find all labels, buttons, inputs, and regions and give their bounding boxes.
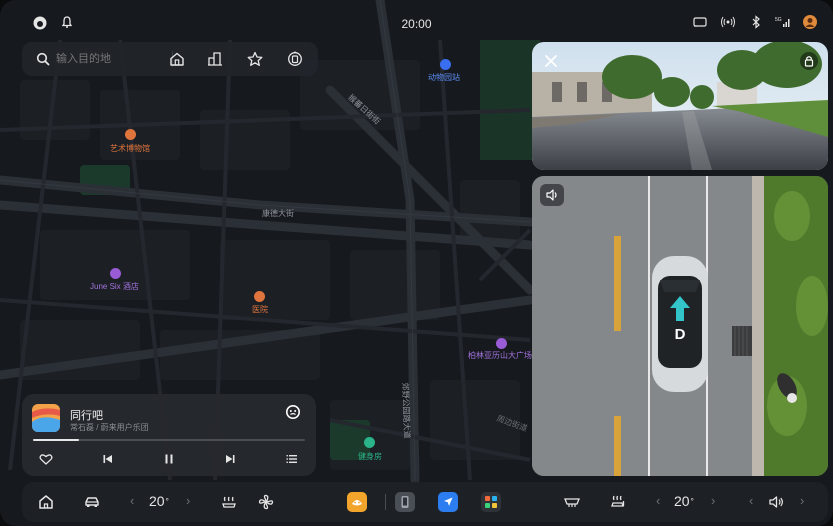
cellular-5g-icon: 5G bbox=[775, 15, 791, 29]
surround-view-camera[interactable]: D bbox=[532, 176, 828, 476]
fan-icon[interactable] bbox=[256, 492, 276, 512]
clock: 20:00 bbox=[401, 17, 432, 31]
temp-unit: ° bbox=[690, 497, 694, 506]
volume-icon[interactable] bbox=[766, 492, 786, 512]
navigation-app-icon[interactable] bbox=[438, 492, 458, 512]
song-title: 同行吧 bbox=[70, 410, 103, 422]
poi-label[interactable]: June Six 酒店 bbox=[90, 281, 139, 292]
star-icon[interactable] bbox=[246, 50, 264, 68]
bluetooth-icon[interactable] bbox=[750, 15, 766, 29]
home-icon[interactable] bbox=[168, 50, 186, 68]
left-temperature: 20° bbox=[149, 493, 169, 509]
home-icon[interactable] bbox=[36, 492, 56, 512]
museum-icon[interactable] bbox=[125, 129, 136, 140]
seat-heat-right-icon[interactable] bbox=[608, 492, 628, 512]
divider bbox=[385, 494, 386, 510]
music-app-icon[interactable] bbox=[285, 404, 301, 420]
road-label: 郊野公园路大道 bbox=[400, 382, 412, 439]
cast-icon[interactable] bbox=[692, 15, 708, 29]
album-art[interactable] bbox=[32, 404, 60, 432]
svg-text:5G: 5G bbox=[775, 17, 782, 23]
previous-icon[interactable] bbox=[100, 451, 116, 467]
lock-icon[interactable] bbox=[800, 52, 818, 70]
close-icon[interactable] bbox=[544, 54, 558, 68]
avatar-icon[interactable] bbox=[802, 14, 818, 29]
gas-station-icon[interactable] bbox=[286, 50, 304, 68]
metro-icon[interactable] bbox=[440, 59, 451, 70]
bottom-dock: ‹ 20° › ‹ 20° › ‹ › bbox=[22, 482, 828, 522]
progress-bar[interactable] bbox=[33, 439, 305, 441]
road-label: 康德大街 bbox=[262, 209, 294, 218]
poi-label[interactable]: 柏林亚历山大广场 bbox=[468, 350, 532, 361]
music-player-card[interactable]: 同行吧 常石磊 / 蔚来用户乐团 bbox=[22, 394, 316, 476]
status-bar: 20:00 5G bbox=[0, 0, 833, 34]
destination-search-input[interactable] bbox=[56, 42, 156, 76]
song-artist: 常石磊 / 蔚来用户乐团 bbox=[70, 423, 149, 432]
hotel-icon[interactable] bbox=[110, 268, 121, 279]
front-camera-view[interactable] bbox=[532, 42, 828, 170]
gear-indicator: D bbox=[674, 326, 686, 343]
volume-decrease-button[interactable]: ‹ bbox=[749, 493, 753, 508]
temp-unit: ° bbox=[165, 497, 169, 506]
assistant-app-icon[interactable] bbox=[347, 492, 367, 512]
signal-wave-icon bbox=[720, 15, 736, 29]
temp-left-increase-button[interactable]: › bbox=[186, 493, 190, 508]
temp-right-increase-button[interactable]: › bbox=[711, 493, 715, 508]
landmark-icon[interactable] bbox=[496, 338, 507, 349]
left-temperature-value: 20 bbox=[149, 493, 165, 509]
right-temperature: 20° bbox=[674, 493, 694, 509]
progress-fill bbox=[33, 439, 80, 441]
apps-grid-icon[interactable] bbox=[481, 492, 501, 512]
temp-left-decrease-button[interactable]: ‹ bbox=[130, 493, 134, 508]
volume-increase-button[interactable]: › bbox=[800, 493, 804, 508]
seat-heat-icon[interactable] bbox=[219, 492, 239, 512]
search-icon bbox=[36, 52, 50, 66]
poi-label[interactable]: 艺术博物馆 bbox=[110, 143, 150, 154]
right-temperature-value: 20 bbox=[674, 493, 690, 509]
company-icon[interactable] bbox=[206, 50, 224, 68]
pause-icon[interactable] bbox=[161, 451, 177, 467]
playlist-icon[interactable] bbox=[284, 451, 300, 467]
hospital-icon[interactable] bbox=[254, 291, 265, 302]
poi-label[interactable]: 动物园站 bbox=[428, 72, 460, 83]
car-infotainment-screen: 猴蕃日街街 康德大街 郊野公园路大道 动物园站 艺术博物馆 June Six 酒… bbox=[0, 0, 833, 526]
search-bar bbox=[22, 42, 318, 76]
poi-label[interactable]: 医院 bbox=[252, 304, 268, 315]
car-icon[interactable] bbox=[82, 492, 102, 512]
heart-icon[interactable] bbox=[38, 451, 54, 467]
phone-app-icon[interactable] bbox=[395, 492, 415, 512]
rear-defrost-icon[interactable] bbox=[562, 492, 582, 512]
poi-label[interactable]: 健身房 bbox=[358, 451, 382, 462]
volume-icon[interactable] bbox=[540, 184, 564, 206]
gym-icon[interactable] bbox=[364, 437, 375, 448]
next-icon[interactable] bbox=[222, 451, 238, 467]
temp-right-decrease-button[interactable]: ‹ bbox=[656, 493, 660, 508]
